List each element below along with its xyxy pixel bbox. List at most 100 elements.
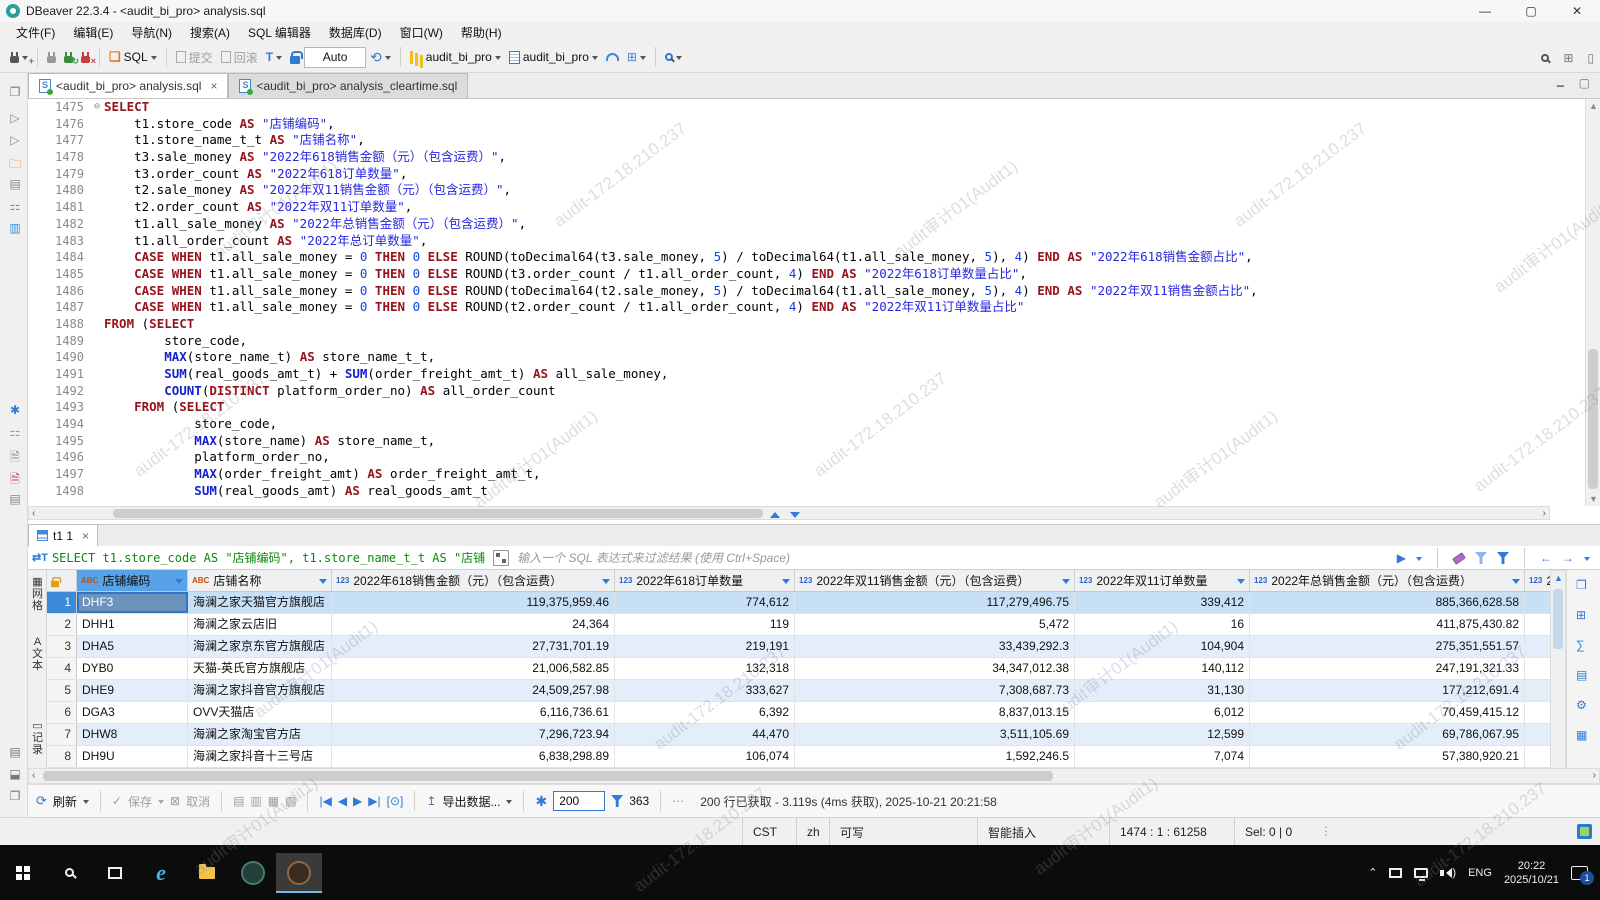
menu-item-7[interactable]: 帮助(H) [453, 22, 510, 43]
panel-a-icon[interactable]: ▤ [6, 745, 24, 759]
cell[interactable]: 1,592,246.5 [795, 746, 1075, 767]
doc-icon[interactable]: 🗎 [6, 448, 24, 469]
column-header-0[interactable]: ABC 店铺编码 [77, 570, 188, 591]
column-header-7[interactable]: 123 2 [1525, 570, 1550, 591]
panel-c-icon[interactable]: ❐ [6, 789, 24, 803]
cell[interactable]: 海澜之家抖音官方旗舰店 [188, 680, 332, 701]
rollback-button[interactable]: 回滚 [217, 46, 262, 69]
cell[interactable]: 885,366,628.58 [1250, 592, 1525, 613]
filter-dropdown-icon[interactable] [1416, 556, 1422, 564]
cell[interactable]: 6,116,736.61 [332, 702, 615, 723]
settings-gear-icon[interactable]: ✱ [535, 793, 547, 810]
cell[interactable]: 333,627 [615, 680, 795, 701]
row-number[interactable]: 2 [47, 614, 77, 635]
taskbar-search-button[interactable] [46, 853, 92, 893]
new-connection-icon[interactable]: + [6, 48, 34, 66]
cell[interactable]: 6,392 [615, 702, 795, 723]
row-number[interactable]: 7 [47, 724, 77, 745]
menu-item-1[interactable]: 编辑(E) [65, 22, 121, 43]
result-panel-icon-3[interactable]: ▤ [1576, 668, 1587, 682]
transaction-log-icon[interactable]: T [262, 47, 286, 67]
pinned-app-button-1[interactable] [230, 853, 276, 893]
refresh-label[interactable]: 刷新 [53, 793, 77, 810]
cell[interactable]: 119,375,959.46 [332, 592, 615, 613]
result-tab-t1[interactable]: t1 1 × [28, 524, 99, 546]
tray-network-icon[interactable] [1414, 867, 1429, 881]
cell[interactable]: 33,439,292.3 [795, 636, 1075, 657]
search-button[interactable] [661, 49, 686, 66]
task-view-button[interactable] [92, 853, 138, 893]
cell[interactable]: 411,875,430.82 [1250, 614, 1525, 635]
first-row-icon[interactable]: |◀ [319, 794, 331, 808]
row-number[interactable]: 8 [47, 746, 77, 767]
menu-item-3[interactable]: 搜索(A) [182, 22, 238, 43]
cell[interactable]: 6,838,298.89 [332, 746, 615, 767]
editor-vscrollbar[interactable]: ▲ ▼ [1585, 99, 1600, 506]
run-script-icon[interactable]: ▷ [6, 111, 24, 125]
history-dropdown-icon[interactable] [1584, 556, 1590, 564]
row-number[interactable]: 5 [47, 680, 77, 701]
cell[interactable]: 117,279,496.75 [795, 592, 1075, 613]
cell[interactable]: 海澜之家抖音十三号店 [188, 746, 332, 767]
row-number[interactable]: 4 [47, 658, 77, 679]
tab-analysis-sql[interactable]: <audit_bi_pro> analysis.sql × [28, 73, 229, 98]
splitter-collapse-buttons[interactable] [770, 507, 800, 523]
column-header-1[interactable]: ABC 店铺名称 [188, 570, 332, 591]
overflow-icon[interactable]: ⋯ [672, 794, 684, 808]
cell[interactable]: 24,364 [332, 614, 615, 635]
result-tab-close-icon[interactable]: × [82, 529, 89, 543]
column-dropdown-icon[interactable] [319, 578, 327, 588]
cell[interactable]: 119 [615, 614, 795, 635]
cell[interactable]: 106,074 [615, 746, 795, 767]
menu-item-2[interactable]: 导航(N) [123, 22, 180, 43]
cell[interactable]: DHE9 [77, 680, 188, 701]
column-dropdown-icon[interactable] [1062, 578, 1070, 588]
script-icon[interactable]: ▤ [6, 177, 24, 191]
apply-filter-icon[interactable]: ▶ [1397, 551, 1406, 565]
refresh-icon[interactable]: ⟳ [36, 793, 47, 809]
fold-marker[interactable]: ⊖ [90, 99, 104, 116]
restore-view-icon[interactable]: ❐ [6, 85, 24, 99]
row-number[interactable]: 1 [47, 592, 77, 613]
action-center-icon[interactable]: 1 [1571, 865, 1594, 885]
expand-filter-icon[interactable] [493, 549, 510, 566]
column-header-3[interactable]: 123 2022年618订单数量 [615, 570, 795, 591]
cell[interactable] [1525, 746, 1550, 767]
start-button[interactable] [0, 853, 46, 893]
cell[interactable] [1525, 592, 1550, 613]
cell[interactable]: 247,191,321.33 [1250, 658, 1525, 679]
cell[interactable]: 132,318 [615, 658, 795, 679]
clear-filter-icon[interactable] [1452, 551, 1466, 565]
cell[interactable]: 天猫-英氏官方旗舰店 [188, 658, 332, 679]
row-header-corner[interactable] [47, 570, 77, 591]
cell[interactable]: 7,308,687.73 [795, 680, 1075, 701]
cell[interactable]: 海澜之家云店旧 [188, 614, 332, 635]
cell[interactable] [1525, 724, 1550, 745]
next-row-icon[interactable]: ▶ [353, 794, 362, 808]
cell[interactable]: 31,130 [1075, 680, 1250, 701]
more-icon[interactable]: ⚏ [6, 425, 24, 439]
tray-chevron-icon[interactable]: ⌃ [1368, 866, 1377, 879]
filter-input[interactable]: 输入一个 SQL 表达式来过滤结果 (使用 Ctrl+Space) [517, 549, 790, 566]
statusbar-overflow-icon[interactable]: ⋮ [1320, 824, 1332, 838]
delete-row-icon[interactable]: ▧ [285, 794, 296, 808]
cell[interactable] [1525, 680, 1550, 701]
cell[interactable] [1525, 614, 1550, 635]
statusbar-notification-icon[interactable] [1577, 824, 1592, 839]
prev-row-icon[interactable]: ◀ [338, 794, 347, 808]
settings-gear-icon[interactable]: ✱ [6, 403, 24, 417]
disconnect-icon[interactable]: × [77, 48, 96, 66]
schema-selector[interactable]: audit_bi_pro [505, 47, 602, 67]
taskbar-clock[interactable]: 20:22 2025/10/21 [1504, 859, 1559, 887]
format-icon[interactable]: ▥ [6, 221, 24, 235]
open-file-icon[interactable]: 🗀 [6, 155, 24, 176]
cell[interactable]: DGA3 [77, 702, 188, 723]
cell[interactable]: 774,612 [615, 592, 795, 613]
connect-icon[interactable] [43, 48, 60, 66]
result-panel-icon-2[interactable]: ∑ [1576, 638, 1585, 652]
commit-button[interactable]: 提交 [172, 46, 217, 69]
reconnect-icon[interactable]: ↻ [60, 48, 79, 66]
column-header-6[interactable]: 123 2022年总销售金额（元）（包含运费） [1250, 570, 1525, 591]
cell[interactable]: 海澜之家淘宝官方店 [188, 724, 332, 745]
explain-plan-icon[interactable]: ⊞ [623, 47, 650, 67]
